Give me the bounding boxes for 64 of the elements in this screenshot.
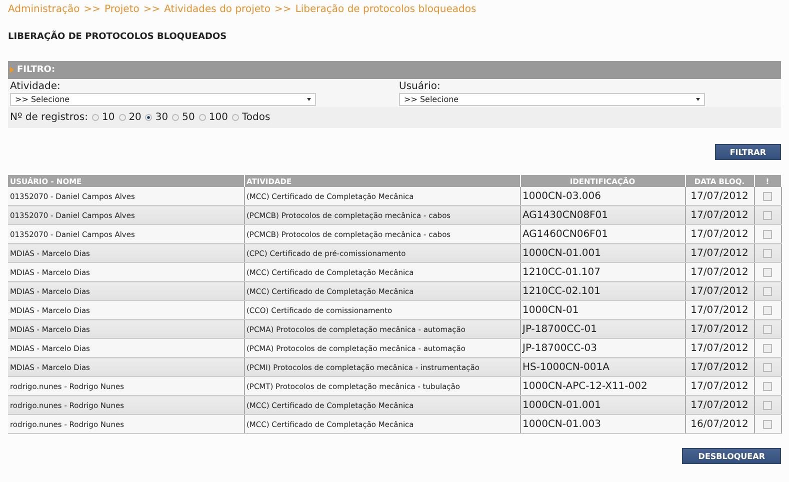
checkbox[interactable]: [763, 420, 772, 429]
table-cell: 17/07/2012: [685, 358, 754, 376]
table-cell: AG1430CN08F01: [520, 206, 685, 224]
breadcrumb-separator: >>: [143, 4, 160, 14]
select-field[interactable]: >> Selecione: [10, 93, 316, 106]
radio-button[interactable]: [118, 114, 126, 121]
table-cell: JP-18700CC-01: [520, 320, 685, 338]
radio-label: 10: [102, 112, 115, 123]
table-cell: 17/07/2012: [685, 300, 754, 320]
radio-label: 20: [128, 112, 142, 123]
field-label: Atividade:: [10, 81, 62, 93]
table-cell: 1000CN-03.006: [520, 187, 685, 206]
records-label: Nº de registros:: [10, 112, 88, 123]
field-label: Usuário:: [399, 81, 442, 93]
table-cell: 17/07/2012: [685, 206, 754, 224]
checkbox[interactable]: [763, 268, 772, 277]
radio-button[interactable]: [145, 114, 152, 121]
radio-label: 30: [155, 112, 168, 123]
table-cell: 17/07/2012: [685, 320, 754, 338]
table-cell: 1000CN-APC-12-X11-002: [520, 376, 685, 396]
checkbox[interactable]: [763, 286, 772, 296]
checkbox[interactable]: [763, 192, 772, 201]
radio-label: 100: [208, 112, 228, 123]
table-cell: 17/07/2012: [685, 244, 754, 262]
radio-label: 50: [182, 112, 195, 123]
table-cell: 17/07/2012: [685, 396, 754, 414]
breadcrumb-separator: >>: [274, 4, 292, 14]
table-cell: 17/07/2012: [685, 224, 754, 244]
select-field[interactable]: >> Selecione: [399, 93, 705, 106]
table-cell: 17/07/2012: [685, 282, 754, 300]
table-cell: 16/07/2012: [685, 414, 754, 434]
page-title: LIBERAÇÃO DE PROTOCOLOS BLOQUEADOS: [8, 32, 228, 44]
checkbox[interactable]: [763, 324, 772, 334]
checkbox[interactable]: [763, 306, 772, 315]
radio-button[interactable]: [232, 114, 239, 121]
radio-label: Todos: [242, 112, 270, 123]
table-cell: 17/07/2012: [685, 338, 754, 358]
table-cell: JP-18700CC-03: [520, 338, 685, 358]
table-cell: 17/07/2012: [685, 187, 754, 206]
checkbox[interactable]: [763, 230, 772, 239]
filter-button[interactable]: FILTRAR: [714, 144, 781, 160]
filter-title: FILTRO:: [17, 65, 56, 75]
checkbox[interactable]: [763, 362, 772, 372]
table-cell: 17/07/2012: [685, 376, 754, 396]
radio-button[interactable]: [172, 114, 180, 121]
checkbox[interactable]: [763, 210, 772, 220]
table-cell: 1000CN-01: [520, 300, 685, 320]
table-cell: 1000CN-01.003: [520, 414, 685, 434]
table-cell: 1000CN-01.001: [520, 396, 685, 414]
arrow-icon: [10, 67, 14, 73]
radio-button[interactable]: [198, 114, 206, 121]
table-cell: HS-1000CN-001A: [520, 358, 685, 376]
table-cell: 1210CC-02.101: [520, 282, 685, 300]
checkbox[interactable]: [763, 248, 772, 258]
table-cell: AG1460CN06F01: [520, 224, 685, 244]
radio-button[interactable]: [92, 114, 99, 121]
table-cell: 1000CN-01.001: [520, 244, 685, 262]
breadcrumb-separator: >>: [84, 4, 101, 14]
table-cell: 17/07/2012: [685, 262, 754, 282]
checkbox[interactable]: [763, 344, 772, 353]
checkbox[interactable]: [763, 400, 772, 410]
table-cell: 1210CC-01.107: [520, 262, 685, 282]
checkbox[interactable]: [763, 382, 772, 391]
unblock-button[interactable]: DESBLOQUEAR: [682, 448, 781, 464]
